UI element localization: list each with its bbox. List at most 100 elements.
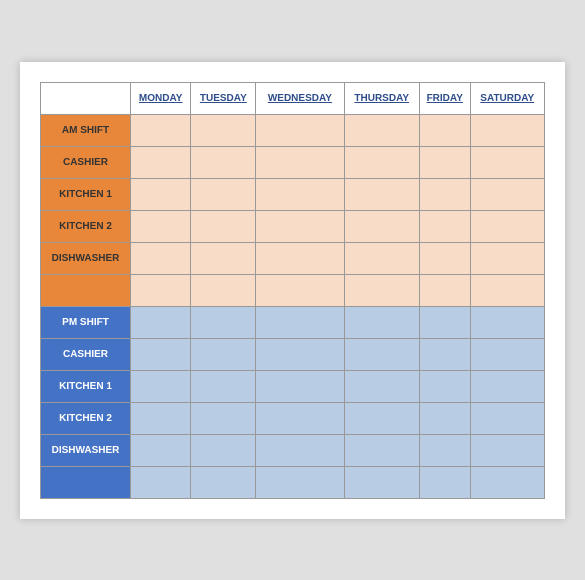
header-saturday: SATURDAY <box>470 82 544 114</box>
pm-dishwasher-label: DISHWASHER <box>41 434 131 466</box>
pm-cashier-monday <box>131 338 191 370</box>
pm-kitchen2-wednesday <box>256 402 344 434</box>
am-kitchen1-label: KITCHEN 1 <box>41 178 131 210</box>
pm-dishwasher-wednesday <box>256 434 344 466</box>
pm-monday-shift <box>131 306 191 338</box>
pm-kitchen1-thursday <box>344 370 419 402</box>
am-kitchen2-row: KITCHEN 2 <box>41 210 545 242</box>
pm-thursday-shift <box>344 306 419 338</box>
am-kitchen2-monday <box>131 210 191 242</box>
header-thursday: THURSDAY <box>344 82 419 114</box>
pm-extra-row <box>41 466 545 498</box>
pm-kitchen1-monday <box>131 370 191 402</box>
pm-dishwasher-tuesday <box>191 434 256 466</box>
am-extra-wednesday <box>256 274 344 306</box>
am-kitchen1-saturday <box>470 178 544 210</box>
am-dishwasher-saturday <box>470 242 544 274</box>
am-monday-shift <box>131 114 191 146</box>
pm-kitchen1-friday <box>419 370 470 402</box>
am-kitchen2-label: KITCHEN 2 <box>41 210 131 242</box>
am-kitchen2-saturday <box>470 210 544 242</box>
header-wednesday: WEDNESDAY <box>256 82 344 114</box>
pm-tuesday-shift <box>191 306 256 338</box>
pm-kitchen2-friday <box>419 402 470 434</box>
am-dishwasher-thursday <box>344 242 419 274</box>
pm-kitchen1-saturday <box>470 370 544 402</box>
pm-extra-thursday <box>344 466 419 498</box>
am-kitchen2-friday <box>419 210 470 242</box>
am-kitchen2-wednesday <box>256 210 344 242</box>
am-dishwasher-label: DISHWASHER <box>41 242 131 274</box>
am-extra-monday <box>131 274 191 306</box>
am-shift-label: AM SHIFT <box>41 114 131 146</box>
am-kitchen1-friday <box>419 178 470 210</box>
am-extra-label <box>41 274 131 306</box>
pm-shift-label: PM SHIFT <box>41 306 131 338</box>
am-shift-row: AM SHIFT <box>41 114 545 146</box>
header-monday: MONDAY <box>131 82 191 114</box>
am-extra-friday <box>419 274 470 306</box>
pm-kitchen2-row: KITCHEN 2 <box>41 402 545 434</box>
pm-dishwasher-friday <box>419 434 470 466</box>
pm-cashier-tuesday <box>191 338 256 370</box>
pm-dishwasher-monday <box>131 434 191 466</box>
pm-kitchen1-row: KITCHEN 1 <box>41 370 545 402</box>
am-wednesday-shift <box>256 114 344 146</box>
am-dishwasher-monday <box>131 242 191 274</box>
pm-kitchen2-label: KITCHEN 2 <box>41 402 131 434</box>
am-kitchen2-tuesday <box>191 210 256 242</box>
am-tuesday-shift <box>191 114 256 146</box>
pm-extra-label <box>41 466 131 498</box>
header-friday: FRIDAY <box>419 82 470 114</box>
pm-kitchen2-monday <box>131 402 191 434</box>
am-extra-tuesday <box>191 274 256 306</box>
am-cashier-row: CASHIER <box>41 146 545 178</box>
am-extra-saturday <box>470 274 544 306</box>
pm-saturday-shift <box>470 306 544 338</box>
pm-cashier-thursday <box>344 338 419 370</box>
am-cashier-friday <box>419 146 470 178</box>
pm-extra-saturday <box>470 466 544 498</box>
am-cashier-monday <box>131 146 191 178</box>
pm-dishwasher-row: DISHWASHER <box>41 434 545 466</box>
header-tuesday: TUESDAY <box>191 82 256 114</box>
pm-extra-friday <box>419 466 470 498</box>
am-extra-thursday <box>344 274 419 306</box>
pm-cashier-saturday <box>470 338 544 370</box>
pm-extra-monday <box>131 466 191 498</box>
pm-cashier-label: CASHIER <box>41 338 131 370</box>
pm-kitchen2-tuesday <box>191 402 256 434</box>
am-saturday-shift <box>470 114 544 146</box>
pm-cashier-friday <box>419 338 470 370</box>
pm-cashier-wednesday <box>256 338 344 370</box>
pm-kitchen1-label: KITCHEN 1 <box>41 370 131 402</box>
corner-cell <box>41 82 131 114</box>
am-kitchen1-tuesday <box>191 178 256 210</box>
pm-wednesday-shift <box>256 306 344 338</box>
pm-shift-row: PM SHIFT <box>41 306 545 338</box>
am-kitchen1-row: KITCHEN 1 <box>41 178 545 210</box>
am-dishwasher-wednesday <box>256 242 344 274</box>
am-dishwasher-friday <box>419 242 470 274</box>
am-dishwasher-tuesday <box>191 242 256 274</box>
pm-dishwasher-saturday <box>470 434 544 466</box>
pm-kitchen1-wednesday <box>256 370 344 402</box>
am-cashier-saturday <box>470 146 544 178</box>
pm-extra-wednesday <box>256 466 344 498</box>
pm-friday-shift <box>419 306 470 338</box>
pm-dishwasher-thursday <box>344 434 419 466</box>
am-dishwasher-row: DISHWASHER <box>41 242 545 274</box>
am-cashier-tuesday <box>191 146 256 178</box>
schedule-page: MONDAY TUESDAY WEDNESDAY THURSDAY FRIDAY… <box>20 62 565 519</box>
am-kitchen2-thursday <box>344 210 419 242</box>
schedule-table: MONDAY TUESDAY WEDNESDAY THURSDAY FRIDAY… <box>40 82 545 499</box>
am-friday-shift <box>419 114 470 146</box>
pm-kitchen2-saturday <box>470 402 544 434</box>
header-row: MONDAY TUESDAY WEDNESDAY THURSDAY FRIDAY… <box>41 82 545 114</box>
pm-kitchen2-thursday <box>344 402 419 434</box>
am-kitchen1-wednesday <box>256 178 344 210</box>
pm-cashier-row: CASHIER <box>41 338 545 370</box>
am-kitchen1-thursday <box>344 178 419 210</box>
pm-kitchen1-tuesday <box>191 370 256 402</box>
am-cashier-thursday <box>344 146 419 178</box>
